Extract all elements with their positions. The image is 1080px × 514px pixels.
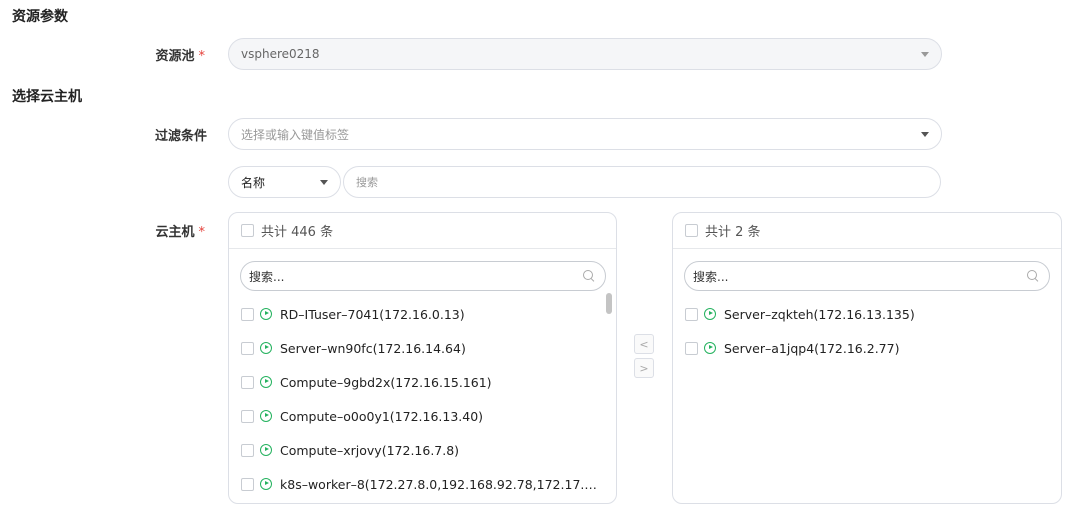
list-item[interactable]: Compute–o0o0y1(172.16.13.40) xyxy=(229,399,616,433)
resource-pool-value: vsphere0218 xyxy=(241,47,320,61)
vm-name: k8s–worker–8(172.27.8.0,192.168.92.78,17… xyxy=(280,476,597,492)
resource-pool-label: 资源池 * xyxy=(105,45,205,64)
list-item[interactable]: Compute–9gbd2x(172.16.15.161) xyxy=(229,365,616,399)
item-checkbox[interactable] xyxy=(241,443,254,457)
required-mark: * xyxy=(198,49,206,64)
resource-pool-select[interactable]: vsphere0218 xyxy=(228,38,942,70)
running-status-icon xyxy=(260,308,272,320)
running-status-icon xyxy=(260,478,272,490)
target-panel-header: 共计 2 条 xyxy=(673,213,1061,249)
source-search-placeholder: 搜索... xyxy=(249,269,285,284)
vm-name: Compute–o0o0y1(172.16.13.40) xyxy=(280,408,484,424)
section-title-select-vm: 选择云主机 xyxy=(12,89,82,105)
move-right-button[interactable]: > xyxy=(634,358,654,378)
chevron-down-icon xyxy=(320,179,328,185)
list-item[interactable]: RD–ITuser–7041(172.16.0.13) xyxy=(229,297,616,331)
vm-name: Server–a1jqp4(172.16.2.77) xyxy=(724,340,900,356)
source-panel-header: 共计 446 条 xyxy=(229,213,616,249)
item-checkbox[interactable] xyxy=(241,375,254,389)
target-search-input[interactable]: 搜索... xyxy=(684,261,1050,291)
item-checkbox[interactable] xyxy=(685,341,698,355)
running-status-icon xyxy=(260,444,272,456)
filter-search-placeholder: 搜索 xyxy=(356,176,378,189)
vm-name: Server–wn90fc(172.16.14.64) xyxy=(280,340,466,356)
search-icon xyxy=(583,270,595,282)
list-item[interactable]: Server–zqkteh(172.16.13.135) xyxy=(673,297,1061,331)
running-status-icon xyxy=(260,342,272,354)
vm-label-text: 云主机 xyxy=(155,225,195,240)
filter-tag-placeholder: 选择或输入键值标签 xyxy=(241,127,350,142)
scrollbar-thumb[interactable] xyxy=(606,293,612,314)
vm-name: Compute–xrjovy(172.16.7.8) xyxy=(280,442,460,458)
running-status-icon xyxy=(260,410,272,422)
required-mark: * xyxy=(198,225,206,240)
section-title-resource-params: 资源参数 xyxy=(12,9,68,25)
target-select-all-checkbox[interactable] xyxy=(685,224,698,237)
target-vm-list: Server–zqkteh(172.16.13.135) Server–a1jq… xyxy=(673,297,1061,365)
source-search-input[interactable]: 搜索... xyxy=(240,261,606,291)
target-transfer-panel: 共计 2 条 搜索... Server–zqkteh(172.16.13.135… xyxy=(672,212,1062,504)
search-icon xyxy=(1027,270,1039,282)
target-total-count: 共计 2 条 xyxy=(705,225,761,240)
list-item[interactable]: Server–wn90fc(172.16.14.64) xyxy=(229,331,616,365)
list-item[interactable]: Server–a1jqp4(172.16.2.77) xyxy=(673,331,1061,365)
source-transfer-panel: 共计 446 条 搜索... RD–ITuser–7041(172.16.0.1… xyxy=(228,212,617,504)
target-search-placeholder: 搜索... xyxy=(693,269,729,284)
item-checkbox[interactable] xyxy=(685,307,698,321)
item-checkbox[interactable] xyxy=(241,477,254,491)
item-checkbox[interactable] xyxy=(241,409,254,423)
list-item[interactable]: Compute–xrjovy(172.16.7.8) xyxy=(229,433,616,467)
item-checkbox[interactable] xyxy=(241,341,254,355)
filter-tag-select[interactable]: 选择或输入键值标签 xyxy=(228,118,942,150)
filter-search-input[interactable]: 搜索 xyxy=(343,166,941,198)
chevron-down-icon xyxy=(921,131,929,137)
resource-pool-label-text: 资源池 xyxy=(155,49,195,64)
vm-label: 云主机 * xyxy=(105,221,205,240)
running-status-icon xyxy=(704,342,716,354)
chevron-down-icon xyxy=(921,51,929,57)
vm-name: RD–ITuser–7041(172.16.0.13) xyxy=(280,306,465,322)
list-item[interactable]: k8s–worker–8(172.27.8.0,192.168.92.78,17… xyxy=(229,467,616,501)
vm-name: Server–zqkteh(172.16.13.135) xyxy=(724,306,915,322)
source-vm-list: RD–ITuser–7041(172.16.0.13) Server–wn90f… xyxy=(229,297,616,501)
filter-field-select[interactable]: 名称 xyxy=(228,166,341,198)
filter-label: 过滤条件 xyxy=(154,129,207,144)
move-left-button[interactable]: < xyxy=(634,334,654,354)
running-status-icon xyxy=(260,376,272,388)
source-select-all-checkbox[interactable] xyxy=(241,224,254,237)
vm-name: Compute–9gbd2x(172.16.15.161) xyxy=(280,374,492,390)
source-total-count: 共计 446 条 xyxy=(261,225,334,240)
running-status-icon xyxy=(704,308,716,320)
item-checkbox[interactable] xyxy=(241,307,254,321)
filter-field-value: 名称 xyxy=(241,175,266,190)
